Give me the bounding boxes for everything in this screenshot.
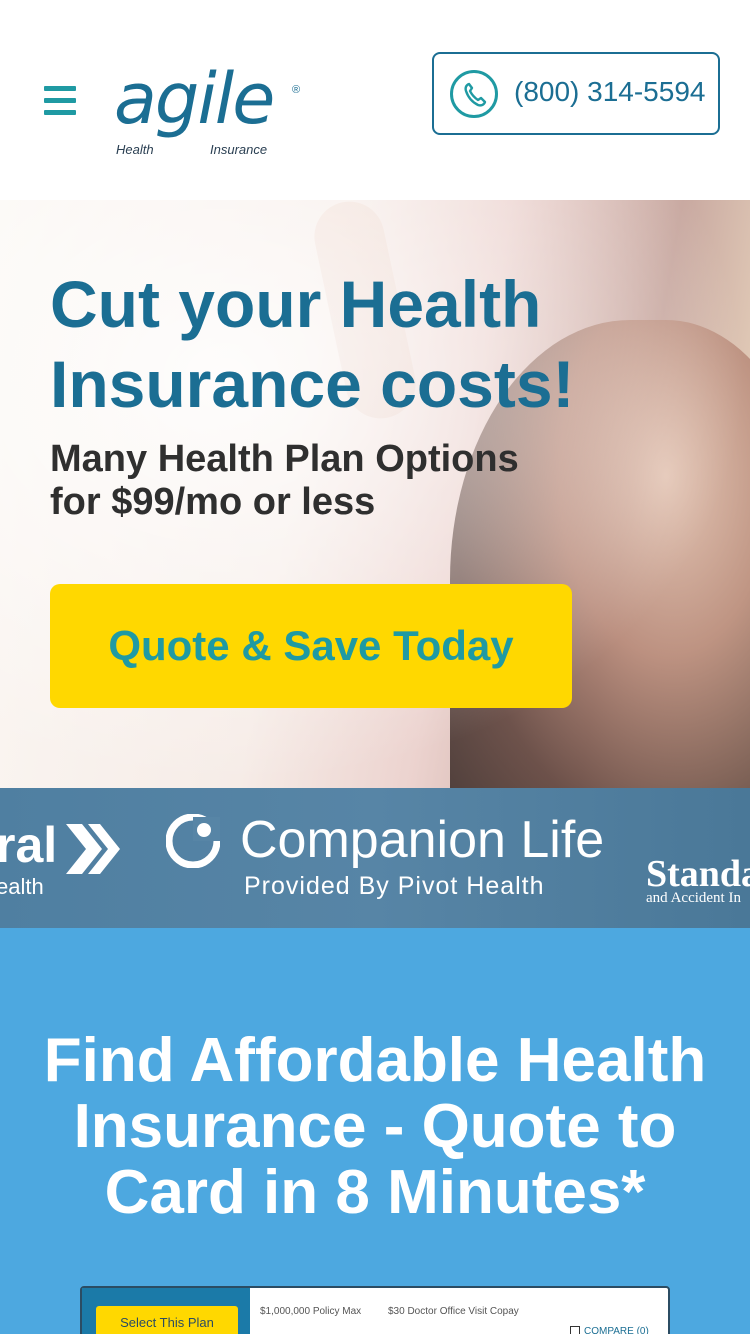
companion-life-logo: Companion Life Provided By Pivot Health bbox=[166, 810, 604, 910]
carrier-logo-partial-right: Standar and Accident In bbox=[646, 852, 750, 906]
standard-name: Standar bbox=[646, 853, 750, 895]
logo-registered-mark: ® bbox=[292, 84, 301, 96]
quote-save-button[interactable]: Quote & Save Today bbox=[50, 584, 572, 708]
compare-checkbox[interactable]: COMPARE (0) bbox=[570, 1326, 649, 1334]
chevron-logo-icon bbox=[66, 824, 120, 874]
select-plan-button[interactable]: Select This Plan bbox=[96, 1306, 238, 1334]
plan-feature-copay: $30 Doctor Office Visit Copay bbox=[388, 1306, 519, 1317]
plan-preview-card: Select This Plan $1,000,000 Policy Max $… bbox=[80, 1286, 670, 1334]
logo-wordmark: agile bbox=[114, 58, 275, 140]
checkbox-icon bbox=[570, 1326, 580, 1334]
site-header: agile ® Health Insurance (800) 314-5594 bbox=[0, 0, 750, 200]
info-title: Find Affordable Health Insurance - Quote… bbox=[43, 1026, 707, 1227]
logo-subtext-insurance: Insurance bbox=[210, 142, 268, 157]
hero-section: Cut your Health Insurance costs! Many He… bbox=[0, 200, 750, 788]
agile-logo[interactable]: agile ® Health Insurance bbox=[114, 58, 314, 164]
compare-label: COMPARE (0) bbox=[584, 1326, 649, 1334]
call-phone-button[interactable]: (800) 314-5594 bbox=[432, 52, 720, 135]
carrier-left-name: ral bbox=[0, 817, 58, 873]
plan-card-side: Select This Plan bbox=[82, 1288, 250, 1334]
companion-life-tagline: Provided By Pivot Health bbox=[244, 872, 545, 900]
carrier-left-sub: ealth bbox=[0, 874, 44, 899]
phone-number: (800) 314-5594 bbox=[514, 76, 706, 107]
hero-subheadline: Many Health Plan Options for $99/mo or l… bbox=[50, 438, 519, 523]
carrier-logo-strip: ral ealth Companion Life Provided By Piv… bbox=[0, 788, 750, 928]
companion-life-name: Companion Life bbox=[240, 811, 605, 869]
info-section: Find Affordable Health Insurance - Quote… bbox=[0, 928, 750, 1334]
hero-headline: Cut your Health Insurance costs! bbox=[50, 267, 575, 421]
carrier-logo-partial-left: ral ealth bbox=[0, 816, 120, 899]
phone-icon bbox=[450, 70, 498, 118]
menu-icon[interactable] bbox=[44, 86, 76, 118]
companion-life-logo-icon bbox=[166, 814, 220, 868]
logo-subtext-health: Health bbox=[116, 142, 154, 157]
standard-sub: and Accident In bbox=[646, 890, 741, 906]
plan-feature-policy-max: $1,000,000 Policy Max bbox=[260, 1306, 362, 1317]
